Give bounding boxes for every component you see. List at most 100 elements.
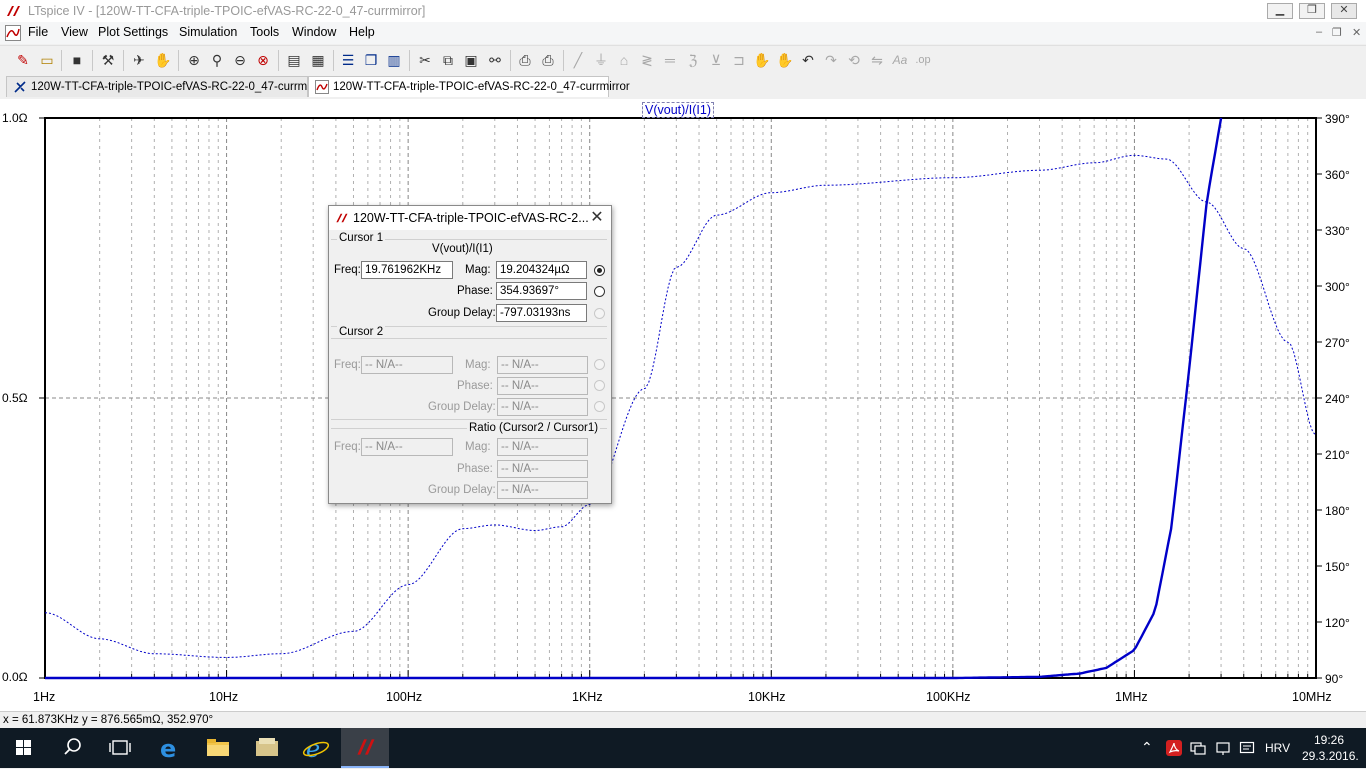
clock-time[interactable]: 19:26 — [1314, 733, 1344, 747]
print-preview-icon[interactable]: ⎙ — [516, 51, 534, 69]
file-explorer-icon[interactable] — [194, 728, 242, 768]
cursor2-freq-field[interactable]: -- N/A-- — [361, 356, 453, 374]
y-right-tick: 90° — [1325, 672, 1344, 686]
network-icon[interactable] — [1190, 740, 1206, 756]
internet-explorer-icon[interactable]: e — [292, 728, 340, 768]
save-icon[interactable]: ■ — [68, 51, 86, 69]
undo-icon[interactable]: ↶ — [799, 51, 817, 69]
ground-icon[interactable]: ⏚ — [592, 51, 610, 69]
ratio-phase-field[interactable]: -- N/A-- — [497, 460, 588, 478]
edge-browser-icon[interactable]: e — [146, 728, 194, 768]
menu-help[interactable]: Help — [349, 25, 375, 39]
cursor1-phase-field[interactable]: 354.93697° — [496, 282, 587, 300]
language-indicator[interactable]: HRV — [1265, 741, 1290, 755]
menu-simulation[interactable]: Simulation — [179, 25, 237, 39]
cursor1-mag-radio[interactable] — [594, 265, 605, 276]
zoom-out-icon[interactable]: ⊖ — [231, 51, 249, 69]
y-right-tick: 210° — [1325, 448, 1350, 462]
redo-icon[interactable]: ↷ — [822, 51, 840, 69]
cursor2-gd-field[interactable]: -- N/A-- — [497, 398, 588, 416]
control-panel-icon[interactable]: ⚒ — [99, 51, 117, 69]
autorange-icon[interactable]: ▤ — [285, 51, 303, 69]
toolbar-separator — [278, 50, 279, 71]
cursor2-freq-label: Freq: — [334, 359, 361, 371]
drag-icon[interactable]: ✋ — [776, 51, 794, 69]
ratio-freq-field[interactable]: -- N/A-- — [361, 438, 453, 456]
tile-icon[interactable]: ▦ — [309, 51, 327, 69]
capacitor-icon[interactable]: ═ — [661, 51, 679, 69]
component-icon[interactable]: ⊐ — [730, 51, 748, 69]
menu-file[interactable]: File — [28, 25, 48, 39]
cursor2-gd-radio[interactable] — [594, 401, 605, 412]
show-hidden-icons-icon[interactable]: ⌃ — [1141, 739, 1153, 756]
tab-waveform[interactable]: 120W-TT-CFA-triple-TPOIC-efVAS-RC-22-0_4… — [308, 76, 630, 97]
print-icon[interactable]: ⎙ — [539, 51, 557, 69]
find-icon[interactable]: ⚯ — [486, 51, 504, 69]
zoom-pan-icon[interactable]: ⚲ — [208, 51, 226, 69]
tab-schematic[interactable]: 120W-TT-CFA-triple-TPOIC-efVAS-RC-22-0_4… — [6, 76, 328, 97]
volume-icon[interactable] — [1215, 740, 1231, 756]
action-center-icon[interactable] — [1239, 740, 1255, 756]
copy-icon[interactable]: ⧉ — [439, 51, 457, 69]
cursor1-mag-field[interactable]: 19.204324µΩ — [496, 261, 587, 279]
ratio-gd-field[interactable]: -- N/A-- — [497, 481, 588, 499]
task-view-icon[interactable] — [96, 728, 144, 768]
tile-vertical-icon[interactable]: ▥ — [385, 51, 403, 69]
zoom-in-icon[interactable]: ⊕ — [185, 51, 203, 69]
mdi-minimize-button[interactable]: – — [1316, 26, 1322, 38]
ratio-mag-field[interactable]: -- N/A-- — [497, 438, 588, 456]
label-net-icon[interactable]: ⌂ — [615, 51, 633, 69]
restore-button[interactable]: ❐ — [1299, 3, 1325, 19]
plot-canvas[interactable] — [0, 99, 1366, 711]
mdi-close-button[interactable]: ✕ — [1352, 26, 1361, 39]
toolbar: ✎ ▭ ■ ⚒ ✈ ✋ ⊕ ⚲ ⊖ ⊗ ▤ ▦ ☰ ❐ ▥ ✂ ⧉ ▣ ⚯ ⎙ … — [0, 45, 1366, 76]
cut-icon[interactable]: ✂ — [416, 51, 434, 69]
open-icon[interactable]: ▭ — [38, 51, 56, 69]
acrobat-tray-icon[interactable] — [1166, 740, 1182, 756]
cursor1-gd-radio[interactable] — [594, 308, 605, 319]
mirror-icon[interactable]: ⇋ — [868, 51, 886, 69]
cursor-dialog[interactable]: 120W-TT-CFA-triple-TPOIC-efVAS-RC-2... ✕… — [328, 205, 612, 504]
cursor2-mag-field[interactable]: -- N/A-- — [497, 356, 588, 374]
cursor1-gd-field[interactable]: -797.03193ns — [496, 304, 587, 322]
move-icon[interactable]: ✋ — [753, 51, 771, 69]
halt-icon[interactable]: ✋ — [154, 51, 172, 69]
diode-icon[interactable]: ⊻ — [707, 51, 725, 69]
status-bar: x = 61.873KHz y = 876.565mΩ, 352.970° — [0, 711, 1366, 729]
paste-icon[interactable]: ▣ — [462, 51, 480, 69]
run-icon[interactable]: ✈ — [130, 51, 148, 69]
cursor2-mag-radio[interactable] — [594, 359, 605, 370]
phase-trace[interactable] — [44, 154, 1317, 659]
ltspice-taskbar-button[interactable] — [341, 728, 389, 768]
cursor1-phase-radio[interactable] — [594, 286, 605, 297]
wire-icon[interactable]: ╱ — [569, 51, 587, 69]
menu-tools[interactable]: Tools — [250, 25, 279, 39]
spice-directive-icon[interactable]: .op — [914, 51, 932, 69]
ltspice-app-icon — [7, 6, 20, 16]
cursor2-phase-field[interactable]: -- N/A-- — [497, 377, 588, 395]
cursor1-freq-field[interactable]: 19.761962KHz — [361, 261, 453, 279]
search-icon[interactable] — [48, 728, 96, 768]
tile-horizontal-icon[interactable]: ☰ — [339, 51, 357, 69]
inductor-icon[interactable]: ℨ — [684, 51, 702, 69]
mdi-restore-button[interactable]: ❐ — [1332, 26, 1342, 39]
trace-label[interactable]: V(vout)/I(I1) — [642, 102, 714, 118]
menu-window[interactable]: Window — [292, 25, 336, 39]
text-icon[interactable]: Aa — [891, 51, 909, 69]
dialog-title-bar[interactable]: 120W-TT-CFA-triple-TPOIC-efVAS-RC-2... ✕ — [329, 206, 611, 230]
resistor-icon[interactable]: ≷ — [638, 51, 656, 69]
menu-view[interactable]: View — [61, 25, 88, 39]
zoom-full-icon[interactable]: ⊗ — [254, 51, 272, 69]
windows-start-icon[interactable] — [0, 728, 48, 768]
dialog-close-button[interactable]: ✕ — [587, 208, 607, 228]
minimize-button[interactable]: ▁ — [1267, 3, 1293, 19]
cursor2-phase-radio[interactable] — [594, 380, 605, 391]
rotate-icon[interactable]: ⟲ — [845, 51, 863, 69]
folder-icon[interactable] — [243, 728, 291, 768]
clock-date[interactable]: 29.3.2016. — [1302, 749, 1359, 763]
cascade-icon[interactable]: ❐ — [362, 51, 380, 69]
menu-plot-settings[interactable]: Plot Settings — [98, 25, 168, 39]
close-button[interactable]: ✕ — [1331, 3, 1357, 19]
waveform-plot-pane[interactable] — [0, 99, 1366, 711]
new-schematic-icon[interactable]: ✎ — [14, 51, 32, 69]
